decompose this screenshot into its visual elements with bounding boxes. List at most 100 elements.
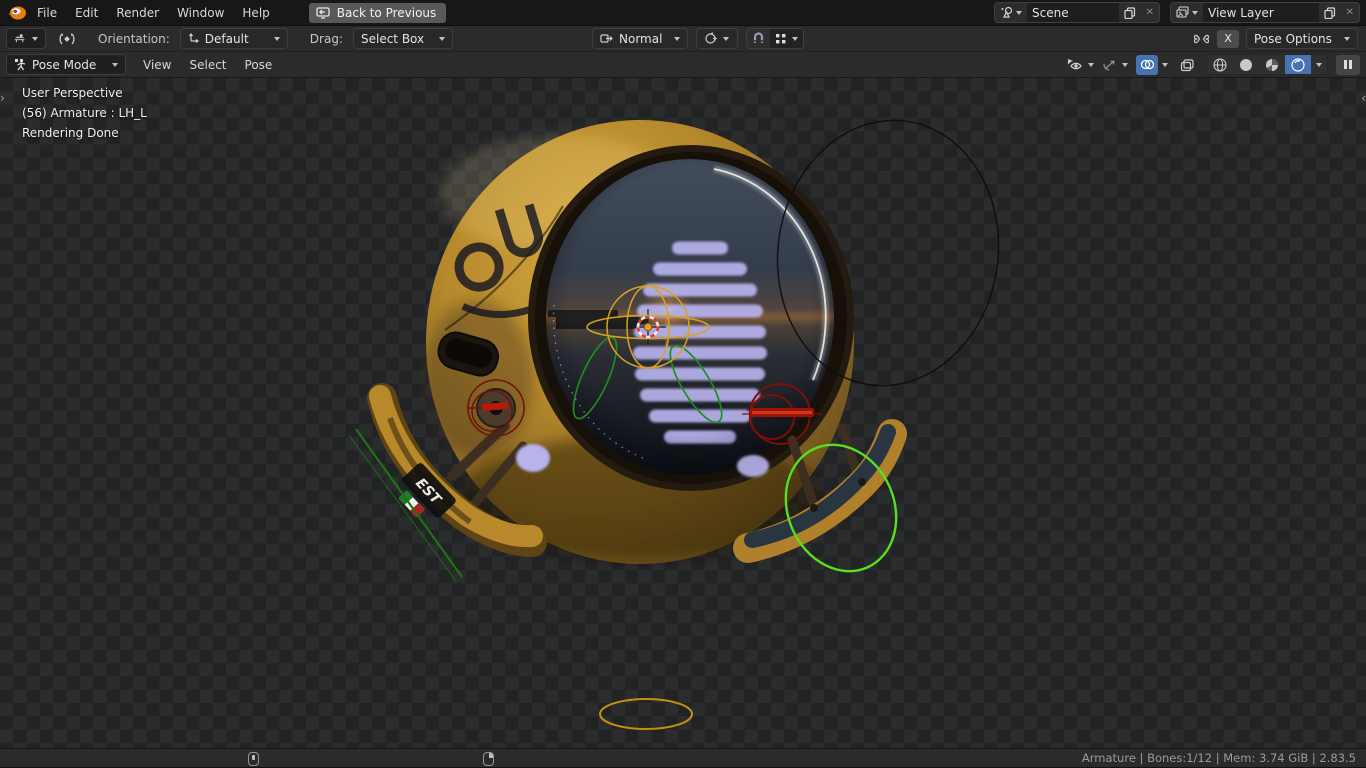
blender-logo-icon[interactable] bbox=[6, 4, 28, 22]
tweak-orbit-icon bbox=[58, 31, 76, 47]
tool-editor-icon bbox=[14, 32, 26, 45]
chevron-down-icon bbox=[1192, 11, 1198, 15]
orientation-axis-icon bbox=[188, 33, 199, 45]
back-to-previous-label: Back to Previous bbox=[337, 6, 437, 20]
pose-mode-icon bbox=[14, 58, 26, 72]
chevron-down-icon bbox=[1344, 37, 1350, 41]
drag-value: Select Box bbox=[361, 32, 433, 46]
xray-toggle[interactable] bbox=[1176, 55, 1198, 75]
remove-view-layer-button[interactable]: ✕ bbox=[1341, 3, 1359, 22]
snap-settings-dropdown[interactable] bbox=[770, 29, 803, 48]
viewport-header: Pose Mode View Select Pose bbox=[0, 52, 1366, 78]
mode-value: Pose Mode bbox=[32, 58, 106, 72]
pause-icon bbox=[1343, 59, 1353, 70]
new-scene-button[interactable] bbox=[1119, 3, 1141, 22]
pose-options-label: Pose Options bbox=[1254, 32, 1338, 46]
menu-help[interactable]: Help bbox=[233, 0, 278, 25]
active-tool-tweak-button[interactable] bbox=[56, 29, 78, 49]
chevron-down-icon bbox=[674, 37, 680, 41]
scene-name-field[interactable]: Scene bbox=[1027, 3, 1119, 22]
menu-view[interactable]: View bbox=[134, 52, 180, 77]
snap-with-grid-icon bbox=[775, 33, 787, 45]
x-mirror-icon[interactable] bbox=[1193, 32, 1210, 46]
pose-options-dropdown[interactable]: Pose Options bbox=[1246, 28, 1358, 49]
back-to-previous-button[interactable]: Back to Previous bbox=[309, 3, 447, 23]
chevron-down-icon bbox=[32, 37, 38, 41]
solid-icon bbox=[1238, 57, 1254, 73]
menu-window[interactable]: Window bbox=[168, 0, 233, 25]
menu-edit[interactable]: Edit bbox=[66, 0, 107, 25]
middle-mouse-icon bbox=[248, 752, 259, 766]
back-screen-icon bbox=[316, 7, 330, 19]
mode-dropdown[interactable]: Pose Mode bbox=[6, 54, 126, 75]
tool-settings-bar: Orientation: Default Drag: Select Box No… bbox=[0, 26, 1366, 52]
transform-orientation-value: Normal bbox=[619, 32, 668, 46]
wireframe-icon bbox=[1212, 57, 1228, 73]
pivot-point-dropdown[interactable] bbox=[696, 28, 738, 49]
statusbar: Armature | Bones:1/12 | Mem: 3.74 GiB | … bbox=[0, 748, 1366, 767]
magnet-icon bbox=[752, 32, 765, 45]
object-visibility-dropdown[interactable] bbox=[1067, 58, 1094, 72]
chevron-down-icon bbox=[1162, 63, 1168, 67]
chevron-down-icon bbox=[723, 37, 729, 41]
view-layer-name-field[interactable]: View Layer bbox=[1203, 3, 1319, 22]
pause-render-button[interactable] bbox=[1336, 55, 1360, 75]
close-icon: ✕ bbox=[1346, 7, 1354, 18]
duplicate-icon bbox=[1124, 7, 1136, 19]
drag-label: Drag: bbox=[304, 32, 349, 46]
close-icon: ✕ bbox=[1146, 7, 1154, 18]
chevron-down-icon bbox=[439, 37, 445, 41]
xray-icon bbox=[1180, 58, 1195, 72]
duplicate-icon bbox=[1324, 7, 1336, 19]
mirror-x-label: X bbox=[1224, 32, 1232, 45]
scene-icon bbox=[1000, 6, 1013, 19]
show-overlays-toggle[interactable] bbox=[1136, 55, 1158, 75]
chevron-down-icon bbox=[1088, 63, 1094, 67]
chevron-down-icon bbox=[1316, 63, 1322, 67]
right-mouse-icon bbox=[483, 752, 494, 766]
pivot-icon bbox=[600, 33, 613, 44]
overlays-icon bbox=[1140, 58, 1155, 71]
pivot-point-icon bbox=[704, 32, 717, 45]
menu-file[interactable]: File bbox=[28, 0, 66, 25]
shading-wireframe-button[interactable] bbox=[1207, 55, 1233, 74]
shading-rendered-button[interactable] bbox=[1285, 55, 1311, 74]
viewport-3d[interactable]: User Perspective (56) Armature : LH_L Re… bbox=[0, 78, 1366, 748]
orientation-dropdown[interactable]: Default bbox=[180, 28, 288, 49]
rendered-scene: EST bbox=[0, 78, 1366, 748]
view-layer-icon bbox=[1176, 6, 1189, 19]
overlays-group bbox=[1136, 55, 1168, 75]
chevron-down-icon bbox=[1016, 11, 1022, 15]
menu-pose[interactable]: Pose bbox=[236, 52, 282, 77]
chevron-down-icon bbox=[792, 37, 798, 41]
shading-material-button[interactable] bbox=[1259, 55, 1285, 74]
statusbar-info: Armature | Bones:1/12 | Mem: 3.74 GiB | … bbox=[1082, 751, 1356, 765]
drag-dropdown[interactable]: Select Box bbox=[353, 28, 453, 49]
transform-orientation-dropdown[interactable]: Normal bbox=[592, 28, 688, 49]
orientation-value: Default bbox=[205, 32, 268, 46]
view-layer-selector: View Layer ✕ bbox=[1170, 2, 1360, 23]
gizmos-dropdown[interactable] bbox=[1102, 58, 1128, 72]
menu-render[interactable]: Render bbox=[107, 0, 168, 25]
scene-browse-button[interactable] bbox=[995, 3, 1027, 22]
menu-select[interactable]: Select bbox=[180, 52, 235, 77]
chevron-down-icon bbox=[112, 63, 118, 67]
cursor-eye-icon bbox=[1067, 58, 1084, 72]
robot-model: EST bbox=[380, 120, 892, 564]
snap-group bbox=[746, 28, 804, 49]
shading-solid-button[interactable] bbox=[1233, 55, 1259, 74]
editor-type-selector[interactable] bbox=[6, 28, 46, 49]
mirror-x-toggle[interactable]: X bbox=[1217, 30, 1239, 48]
view-layer-browse-button[interactable] bbox=[1171, 3, 1203, 22]
shading-dropdown[interactable] bbox=[1311, 55, 1327, 74]
shading-mode-group bbox=[1206, 54, 1328, 75]
scene-selector: Scene ✕ bbox=[994, 2, 1160, 23]
unlink-scene-button[interactable]: ✕ bbox=[1141, 3, 1159, 22]
gizmo-icon bbox=[1102, 58, 1118, 72]
material-preview-icon bbox=[1264, 57, 1280, 73]
chevron-down-icon bbox=[1122, 63, 1128, 67]
snap-toggle-button[interactable] bbox=[747, 29, 770, 48]
chevron-down-icon bbox=[274, 37, 280, 41]
bone-root-ellipse[interactable] bbox=[600, 699, 692, 729]
new-view-layer-button[interactable] bbox=[1319, 3, 1341, 22]
